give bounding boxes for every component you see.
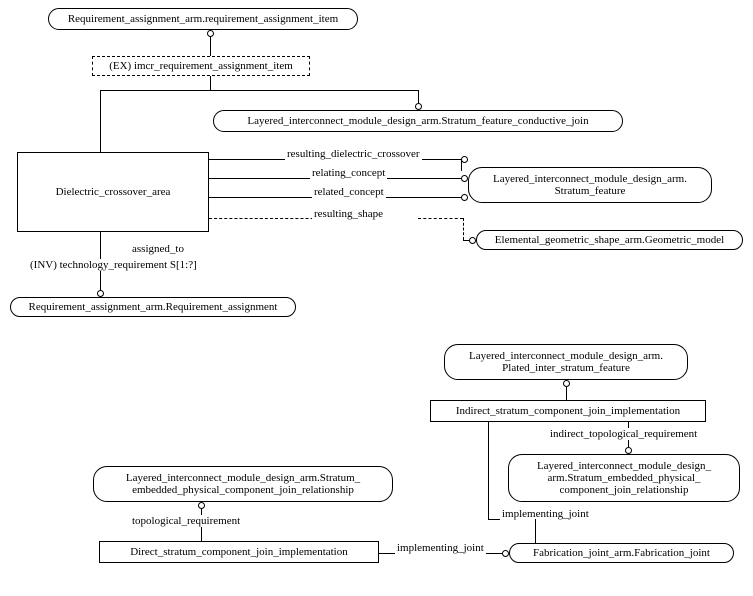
text-layered-embedded-l-l1: Layered_interconnect_module_design_arm.S… [126,472,360,484]
box-layered-embedded-right: Layered_interconnect_module_design_ arm.… [508,454,740,502]
label-indirect-topological: indirect_topological_requirement [548,428,699,440]
label-relating-concept: relating_concept [310,167,387,179]
text-plated-inter-l1: Layered_interconnect_module_design_arm. [469,350,663,362]
text-stratum-feature-l2: Stratum_feature [555,185,626,197]
connector [535,519,536,545]
box-fabrication-joint: Fabrication_joint_arm.Fabrication_joint [509,543,734,563]
label-assigned-to: assigned_to [130,243,186,255]
connector [210,76,211,90]
text-layered-embedded-r-l2: arm.Stratum_embedded_physical_ [547,472,700,484]
circle [198,502,205,509]
text-req-assignment-item: Requirement_assignment_arm.requirement_a… [68,13,338,25]
label-resulting-dielectric: resulting_dielectric_crossover [285,148,422,160]
label-related-concept: related_concept [312,186,386,198]
text-fabrication-joint: Fabrication_joint_arm.Fabrication_joint [533,547,710,559]
text-layered-embedded-r-l3: component_join_relationship [560,484,689,496]
text-layered-embedded-r-l1: Layered_interconnect_module_design_ [537,460,711,472]
box-elemental-geometric: Elemental_geometric_shape_arm.Geometric_… [476,230,743,250]
label-implementing-joint1: implementing_joint [500,508,591,520]
text-stratum-feature-l1: Layered_interconnect_module_design_arm. [493,173,687,185]
circle [207,30,214,37]
label-inv-tech: (INV) technology_requirement S[1:?] [28,259,199,271]
circle [415,103,422,110]
text-direct-stratum: Direct_stratum_component_join_implementa… [130,546,348,558]
text-req-assignment: Requirement_assignment_arm.Requirement_a… [29,301,278,313]
connector [100,90,101,152]
connector-dashed [463,218,464,240]
connector [461,159,462,171]
box-layered-embedded-left: Layered_interconnect_module_design_arm.S… [93,466,393,502]
circle [563,380,570,387]
label-topological-req: topological_requirement [130,515,242,527]
box-stratum-conductive-join: Layered_interconnect_module_design_arm.S… [213,110,623,132]
box-dielectric-crossover: Dielectric_crossover_area [17,152,209,232]
text-stratum-conductive-join: Layered_interconnect_module_design_arm.S… [247,115,588,127]
text-indirect-stratum: Indirect_stratum_component_join_implemen… [456,405,680,417]
box-ex-imcr: (EX) imcr_requirement_assignment_item [92,56,310,76]
box-req-assignment-item: Requirement_assignment_arm.requirement_a… [48,8,358,30]
box-req-assignment: Requirement_assignment_arm.Requirement_a… [10,297,296,317]
circle [97,290,104,297]
connector [100,90,418,91]
text-layered-embedded-l-l2: embedded_physical_component_join_relatio… [132,484,354,496]
circle [461,156,468,163]
text-ex-imcr: (EX) imcr_requirement_assignment_item [109,60,293,72]
circle [461,175,468,182]
connector-dashed [418,218,463,219]
text-dielectric-crossover: Dielectric_crossover_area [56,186,171,198]
circle [469,237,476,244]
connector [566,387,567,400]
connector [488,422,489,519]
label-resulting-shape: resulting_shape [312,208,385,220]
box-indirect-stratum: Indirect_stratum_component_join_implemen… [430,400,706,422]
connector [418,90,419,103]
box-stratum-feature: Layered_interconnect_module_design_arm. … [468,167,712,203]
text-elemental-geometric: Elemental_geometric_shape_arm.Geometric_… [495,234,724,246]
circle [502,550,509,557]
label-implementing-joint2: implementing_joint [395,542,486,554]
circle [625,447,632,454]
text-plated-inter-l2: Plated_inter_stratum_feature [502,362,630,374]
box-plated-inter: Layered_interconnect_module_design_arm. … [444,344,688,380]
box-direct-stratum: Direct_stratum_component_join_implementa… [99,541,379,563]
connector [210,37,211,56]
circle [461,194,468,201]
